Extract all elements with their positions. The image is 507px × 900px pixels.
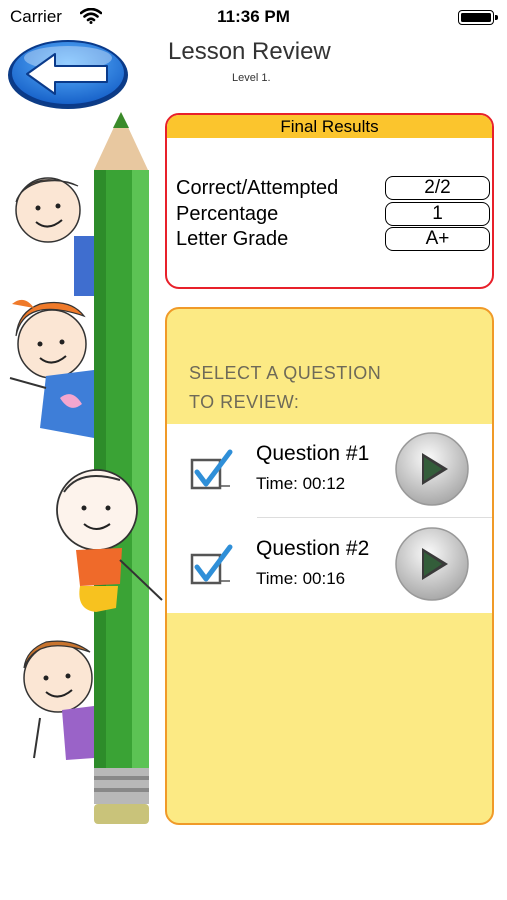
play-icon[interactable] xyxy=(394,526,470,602)
review-prompt-line2: TO REVIEW: xyxy=(189,392,300,412)
battery-icon xyxy=(458,10,498,25)
status-bar: Carrier 11:36 PM xyxy=(0,0,507,36)
correct-attempted-value: 2/2 xyxy=(385,176,490,200)
question-2-title: Question #2 xyxy=(256,537,370,560)
letter-grade-label: Letter Grade xyxy=(176,228,289,250)
question-list: Question #1 Time: 00:12 Question #2 Time… xyxy=(167,424,492,613)
final-results-heading: Final Results xyxy=(167,115,492,138)
percentage-label: Percentage xyxy=(176,203,279,225)
final-results-card: Final Results Correct/Attempted 2/2 Perc… xyxy=(165,113,494,289)
back-button[interactable] xyxy=(5,36,131,110)
row-divider xyxy=(257,517,492,518)
checkbox-checked-icon xyxy=(190,449,233,490)
percentage-value: 1 xyxy=(385,202,490,226)
question-2-time: Time: 00:16 xyxy=(256,569,346,588)
correct-attempted-label: Correct/Attempted xyxy=(176,177,339,199)
review-prompt-line1: SELECT A QUESTION xyxy=(189,363,382,383)
checkbox-checked-icon xyxy=(190,544,233,585)
left-arrow-icon xyxy=(8,40,128,109)
play-icon[interactable] xyxy=(394,431,470,507)
letter-grade-value: A+ xyxy=(385,227,490,251)
question-row-1[interactable]: Question #1 Time: 00:12 xyxy=(167,424,492,518)
question-1-title: Question #1 xyxy=(256,442,370,465)
review-prompt: SELECT A QUESTION TO REVIEW: xyxy=(189,359,381,417)
question-row-2[interactable]: Question #2 Time: 00:16 xyxy=(167,519,492,613)
status-time: 11:36 PM xyxy=(217,7,290,26)
question-review-panel: SELECT A QUESTION TO REVIEW: Question #1… xyxy=(165,307,494,825)
page-subtitle: Level 1. xyxy=(232,72,271,84)
question-1-time: Time: 00:12 xyxy=(256,474,346,493)
pencil-kids-illustration xyxy=(9,112,163,824)
page-title: Lesson Review xyxy=(168,38,331,65)
